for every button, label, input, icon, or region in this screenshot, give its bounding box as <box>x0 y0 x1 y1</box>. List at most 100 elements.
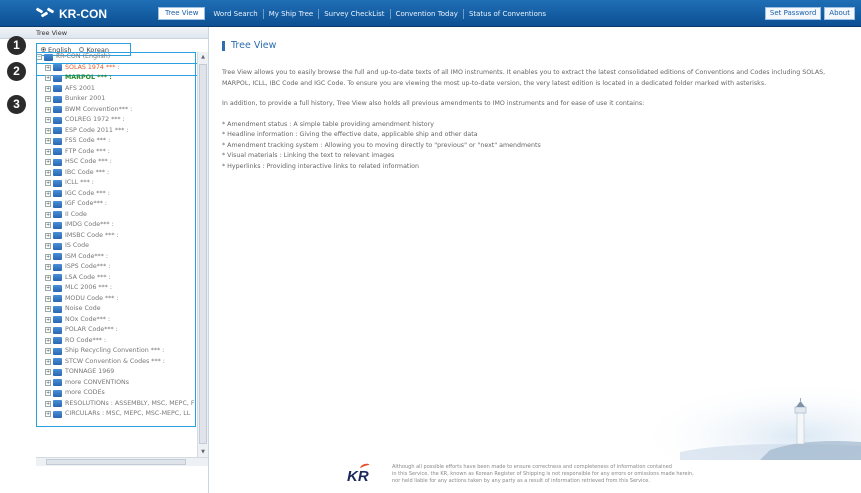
tree-item[interactable]: + COLREG 1972 *** : <box>36 115 196 126</box>
tree-horizontal-scrollbar[interactable] <box>36 457 208 466</box>
tree-item[interactable]: + BWM Convention*** : <box>36 105 196 116</box>
expand-icon[interactable]: + <box>45 285 51 292</box>
expand-icon[interactable]: + <box>45 327 51 334</box>
tree-item[interactable]: + SOLAS 1974 *** : <box>36 63 196 74</box>
folder-icon <box>53 211 62 219</box>
folder-icon <box>53 95 62 103</box>
app-name: KR-CON <box>59 6 107 21</box>
expand-icon[interactable]: + <box>45 306 51 313</box>
tree-item[interactable]: + CIRCULARs : MSC, MEPC, MSC-MEPC, LL <box>36 409 196 420</box>
scroll-up-icon[interactable]: ▲ <box>199 53 207 61</box>
app-logo[interactable]: KR-CON <box>35 5 107 22</box>
scroll-down-icon[interactable]: ▼ <box>199 448 207 456</box>
expand-icon[interactable]: + <box>45 295 51 302</box>
left-panel-title: Tree View <box>0 27 208 39</box>
expand-icon[interactable]: + <box>45 117 51 124</box>
tree-item[interactable]: + IBC Code *** : <box>36 168 196 179</box>
expand-icon[interactable]: + <box>45 211 51 218</box>
tree-item[interactable]: + IMSBC Code *** : <box>36 231 196 242</box>
nav-item-status-of-conventions[interactable]: Status of Conventions <box>464 9 551 19</box>
tree-item[interactable]: + RO Code*** : <box>36 336 196 347</box>
feature-list-item: * Hyperlinks : Providing interactive lin… <box>222 162 419 170</box>
expand-icon[interactable]: + <box>45 358 51 365</box>
expand-icon[interactable]: + <box>45 127 51 134</box>
tree-item[interactable]: + IS Code <box>36 241 196 252</box>
tree-item[interactable]: + Ship Recycling Convention *** : <box>36 346 196 357</box>
folder-icon <box>53 274 62 282</box>
expand-icon[interactable]: + <box>45 390 51 397</box>
folder-icon <box>53 284 62 292</box>
expand-icon[interactable]: + <box>45 379 51 386</box>
tree-root[interactable]: − KR-CON (English) <box>36 52 196 63</box>
nav-item-convention-today[interactable]: Convention Today <box>391 8 464 19</box>
expand-icon[interactable]: + <box>45 232 51 239</box>
tree-item-label: more CONVENTIONs <box>65 378 130 386</box>
tree-item[interactable]: + RESOLUTIONs : ASSEMBLY, MSC, MEPC, F <box>36 399 196 410</box>
tree-item[interactable]: + IGC Code *** : <box>36 189 196 200</box>
tree-vertical-scrollbar[interactable]: ▲ ▼ <box>197 52 208 457</box>
expand-icon[interactable]: + <box>45 138 51 145</box>
folder-icon <box>53 232 62 240</box>
tree-item[interactable]: + MODU Code *** : <box>36 294 196 305</box>
tree-item[interactable]: + POLAR Code*** : <box>36 325 196 336</box>
tree-item[interactable]: + MLC 2006 *** : <box>36 283 196 294</box>
tree-item[interactable]: + IMDG Code*** : <box>36 220 196 231</box>
expand-icon[interactable]: + <box>45 253 51 260</box>
collapse-icon[interactable]: − <box>36 54 42 61</box>
folder-icon <box>53 221 62 229</box>
expand-icon[interactable]: + <box>45 243 51 250</box>
tree-item[interactable]: + HSC Code *** : <box>36 157 196 168</box>
tree-item[interactable]: + II Code <box>36 210 196 221</box>
expand-icon[interactable]: + <box>45 159 51 166</box>
folder-icon <box>44 53 53 61</box>
tree-item[interactable]: + TONNAGE 1969 <box>36 367 196 378</box>
expand-icon[interactable]: + <box>45 106 51 113</box>
tree-item-label: RO Code*** : <box>65 336 107 344</box>
expand-icon[interactable]: + <box>45 222 51 229</box>
expand-icon[interactable]: + <box>45 190 51 197</box>
tree-item[interactable]: + IGF Code*** : <box>36 199 196 210</box>
tree-item[interactable]: + Noise Code <box>36 304 196 315</box>
nav-item-my-ship-tree[interactable]: My Ship Tree <box>264 8 320 19</box>
expand-icon[interactable]: + <box>45 316 51 323</box>
expand-icon[interactable]: + <box>45 85 51 92</box>
about-button[interactable]: About <box>824 7 855 20</box>
expand-icon[interactable]: + <box>45 400 51 407</box>
expand-icon[interactable]: + <box>45 274 51 281</box>
tree-item[interactable]: + MARPOL *** : <box>36 73 196 84</box>
tree-item[interactable]: + LSA Code *** : <box>36 273 196 284</box>
expand-icon[interactable]: + <box>45 64 51 71</box>
expand-icon[interactable]: + <box>45 264 51 271</box>
tree-item[interactable]: + more CONVENTIONs <box>36 378 196 389</box>
tree-item[interactable]: + ESP Code 2011 *** : <box>36 126 196 137</box>
tree-item[interactable]: + ISM Code*** : <box>36 252 196 263</box>
tree-item[interactable]: + Bunker 2001 <box>36 94 196 105</box>
expand-icon[interactable]: + <box>45 337 51 344</box>
expand-icon[interactable]: + <box>45 169 51 176</box>
tree-item[interactable]: + AFS 2001 <box>36 84 196 95</box>
expand-icon[interactable]: + <box>45 201 51 208</box>
scrollbar-thumb[interactable] <box>199 64 207 444</box>
expand-icon[interactable]: + <box>45 148 51 155</box>
expand-icon[interactable]: + <box>45 348 51 355</box>
expand-icon[interactable]: + <box>45 75 51 82</box>
kr-logo: KR <box>347 468 369 485</box>
tree-item-label: NOx Code*** : <box>65 315 111 323</box>
expand-icon[interactable]: + <box>45 180 51 187</box>
expand-icon[interactable]: + <box>45 96 51 103</box>
expand-icon[interactable]: + <box>45 411 51 418</box>
tree-item[interactable]: + ICLL *** : <box>36 178 196 189</box>
nav-item-survey-checklist[interactable]: Survey CheckList <box>319 8 391 19</box>
tree-item[interactable]: + FTP Code *** : <box>36 147 196 158</box>
tree-item[interactable]: + NOx Code*** : <box>36 315 196 326</box>
nav-item-word-search[interactable]: Word Search <box>208 8 264 19</box>
tree-item[interactable]: + ISPS Code*** : <box>36 262 196 273</box>
set-password-button[interactable]: Set Password <box>764 7 822 20</box>
tree-item-label: COLREG 1972 *** : <box>65 116 125 123</box>
tree-item[interactable]: + STCW Convention & Codes *** : <box>36 357 196 368</box>
scrollbar-thumb[interactable] <box>46 459 186 465</box>
tree-item[interactable]: + more CODEs <box>36 388 196 399</box>
nav-item-tree-view[interactable]: Tree View <box>158 7 206 20</box>
expand-icon[interactable]: + <box>45 369 51 376</box>
tree-item[interactable]: + FSS Code *** : <box>36 136 196 147</box>
